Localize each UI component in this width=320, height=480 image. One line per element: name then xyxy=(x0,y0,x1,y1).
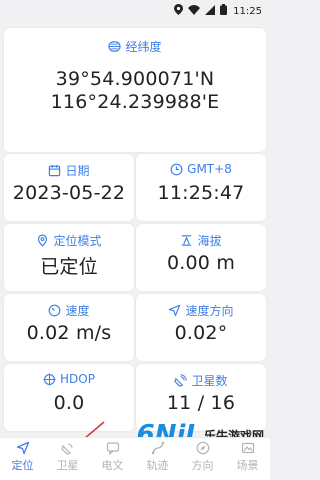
latitude-value: 39°54.900071'N xyxy=(55,68,215,90)
speed-value: 0.02 m/s xyxy=(26,322,112,344)
time-card: GMT+8 11:25:47 xyxy=(136,154,266,221)
satellite-icon xyxy=(60,443,73,455)
speedometer-icon xyxy=(48,304,61,317)
date-header: 日期 xyxy=(4,162,134,179)
heading-card: 速度方向 0.02° xyxy=(136,294,266,361)
tab-label: 轨迹 xyxy=(146,459,169,472)
wifi-icon xyxy=(188,4,201,18)
positioning-mode-value: 已定位 xyxy=(40,256,98,278)
altitude-card: 海拔 0.00 m xyxy=(136,224,266,291)
location-pin-icon xyxy=(36,234,49,247)
heading-value: 0.02° xyxy=(174,322,228,344)
altitude-label: 海拔 xyxy=(197,234,222,248)
altitude-icon xyxy=(180,234,193,247)
clock-icon xyxy=(170,163,183,176)
satellites-label: 卫星数 xyxy=(191,374,228,388)
coordinates-label: 经纬度 xyxy=(125,40,162,54)
positioning-mode-label: 定位模式 xyxy=(53,234,102,248)
track-icon xyxy=(151,441,164,455)
heading-label: 速度方向 xyxy=(185,304,234,318)
hdop-value: 0.0 xyxy=(53,392,85,414)
compass-icon xyxy=(196,441,209,455)
positioning-mode-card: 定位模式 已定位 xyxy=(4,224,134,291)
tab-label: 定位 xyxy=(11,459,34,472)
hdop-header: HDOP xyxy=(4,372,134,386)
hdop-label: HDOP xyxy=(60,372,95,386)
coordinates-header: 经纬度 xyxy=(4,38,266,55)
tab-label: 方向 xyxy=(191,459,214,472)
time-value: 11:25:47 xyxy=(157,182,245,204)
navigation-icon xyxy=(16,441,29,455)
satellites-header: 卫星数 xyxy=(136,372,266,389)
tab-label: 电文 xyxy=(101,459,124,472)
coordinates-card: 经纬度 39°54.900071'N 116°24.239988'E xyxy=(4,28,266,152)
battery-icon xyxy=(220,4,228,18)
longitude-value: 116°24.239988'E xyxy=(50,91,220,113)
timezone-label: GMT+8 xyxy=(187,162,232,176)
hdop-card: HDOP 0.0 xyxy=(4,364,134,431)
altitude-value: 0.00 m xyxy=(166,252,236,274)
navigation-arrow-icon xyxy=(168,304,181,317)
status-bar: 11:25 xyxy=(0,0,270,22)
calendar-icon xyxy=(48,164,61,177)
signal-icon xyxy=(205,4,216,18)
altitude-header: 海拔 xyxy=(136,232,266,249)
tab-label: 卫星 xyxy=(56,459,79,472)
globe-icon xyxy=(108,40,122,53)
tab-satellite[interactable]: 卫星 xyxy=(45,438,90,473)
date-card: 日期 2023-05-22 xyxy=(4,154,134,221)
positioning-mode-header: 定位模式 xyxy=(4,232,134,249)
speed-label: 速度 xyxy=(65,304,90,318)
date-label: 日期 xyxy=(65,164,90,178)
tab-scene[interactable]: 场景 xyxy=(225,438,270,473)
tab-message[interactable]: 电文 xyxy=(90,438,135,473)
speed-header: 速度 xyxy=(4,302,134,319)
tab-location[interactable]: 定位 xyxy=(0,438,45,473)
satellites-value: 11 / 16 xyxy=(166,392,236,414)
bottom-tab-bar: 定位 卫星 电文 轨迹 方向 场景 xyxy=(0,437,270,480)
message-icon xyxy=(106,442,119,455)
heading-header: 速度方向 xyxy=(136,302,266,319)
satellite-dish-icon xyxy=(174,374,188,387)
tab-compass[interactable]: 方向 xyxy=(180,438,225,473)
speed-card: 速度 0.02 m/s xyxy=(4,294,134,361)
location-icon xyxy=(174,4,184,18)
tab-label: 场景 xyxy=(236,459,259,472)
crosshair-icon xyxy=(43,372,56,386)
status-time: 11:25 xyxy=(233,5,262,17)
tab-track[interactable]: 轨迹 xyxy=(135,438,180,473)
date-value: 2023-05-22 xyxy=(12,182,126,204)
time-header: GMT+8 xyxy=(136,162,266,176)
scene-icon xyxy=(241,442,254,454)
